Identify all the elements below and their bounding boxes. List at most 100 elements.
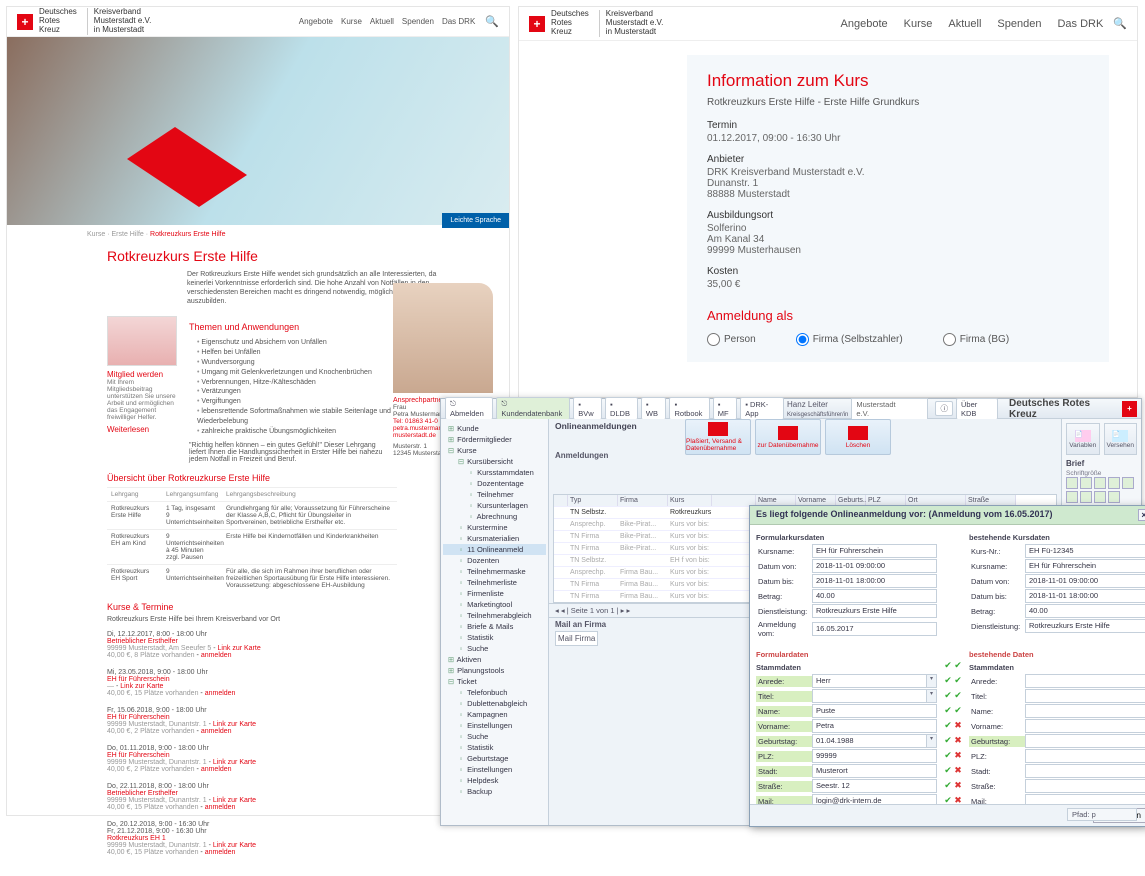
- about-kdb-button[interactable]: Über KDB: [956, 398, 998, 420]
- action-button[interactable]: zur Datenübernahme: [755, 419, 821, 455]
- kdb-application: ⎋ Abmelden⎋ Kundendatenbank▪ BVw▪ DLDB▪ …: [440, 398, 1142, 826]
- toolbar-button[interactable]: ▪ Rotbook: [669, 397, 709, 420]
- toolbar-button[interactable]: ▪ BVw: [573, 397, 602, 420]
- brand-sub-b: Kreisverband Musterstadt e.V. in Musters…: [599, 10, 664, 36]
- online-registration-dialog: Es liegt folgende Onlineanmeldung vor: (…: [749, 505, 1145, 827]
- toolbar-button[interactable]: ⎋ Abmelden: [445, 397, 493, 420]
- registration-option[interactable]: Person: [707, 333, 756, 346]
- main-panel: Onlineanmeldungen Plaßiert, Versand & Da…: [549, 419, 1061, 825]
- org-select[interactable]: Musterstadt e.V.: [851, 398, 928, 420]
- tree-node[interactable]: ▫ Dozententage: [443, 478, 546, 489]
- brief-heading: Brief: [1066, 459, 1137, 468]
- tree-node[interactable]: ⊟ Ticket: [443, 676, 546, 687]
- drk-logo-icon: +: [529, 16, 545, 32]
- tree-node[interactable]: ▫ Einstellungen: [443, 720, 546, 731]
- registration-heading: Anmeldung als: [707, 308, 1089, 323]
- nav-item[interactable]: Spenden: [997, 18, 1041, 30]
- nav-item[interactable]: Kurse: [904, 18, 933, 30]
- page-title: Rotkreuzkurs Erste Hilfe: [107, 248, 429, 264]
- course-info-page: + Deutsches Rotes Kreuz Kreisverband Mus…: [518, 6, 1138, 398]
- tree-node[interactable]: ▫ Kampagnen: [443, 709, 546, 720]
- tree-node[interactable]: ⊞ Kunde: [443, 423, 546, 434]
- tree-node[interactable]: ▫ Teilnehmerabgleich: [443, 610, 546, 621]
- registration-option[interactable]: Firma (BG): [943, 333, 1009, 346]
- tree-node[interactable]: ▫ Dozenten: [443, 555, 546, 566]
- toolbar-button[interactable]: ▪ MF: [713, 397, 737, 420]
- nav-item[interactable]: Angebote: [299, 17, 333, 26]
- toolbar-button[interactable]: ▪ DRK-App: [740, 397, 784, 420]
- tree-node[interactable]: ▫ Marketingtool: [443, 599, 546, 610]
- tree-node[interactable]: ⊟ Kurse: [443, 445, 546, 456]
- help-icon[interactable]: ⓘ: [935, 401, 953, 416]
- nav-item[interactable]: Aktuell: [948, 18, 981, 30]
- search-icon[interactable]: 🔍: [1113, 17, 1127, 30]
- existing-data-heading: bestehende Daten: [969, 650, 1145, 659]
- format-icons[interactable]: [1066, 477, 1137, 503]
- tree-node[interactable]: ▫ Teilnehmerliste: [443, 577, 546, 588]
- hero-image: [7, 37, 509, 225]
- read-more-link[interactable]: Weiterlesen: [107, 425, 177, 434]
- nav-item[interactable]: Das DRK: [1057, 18, 1103, 30]
- close-icon[interactable]: ×: [1138, 509, 1145, 521]
- path-field: Pfad: p: [1067, 808, 1137, 821]
- tree-node[interactable]: ▫ Abrechnung: [443, 511, 546, 522]
- tree-node[interactable]: ▫ Kurstermine: [443, 522, 546, 533]
- stammdaten-heading-r: Stammdaten: [969, 663, 1145, 672]
- nav-item[interactable]: Aktuell: [370, 17, 394, 26]
- current-user: Hanz LeiterKreisgeschäftsführer/in: [787, 400, 848, 418]
- website-course-page: + Deutsches Rotes Kreuz Kreisverband Mus…: [6, 6, 510, 816]
- form-course-heading: Formularkursdaten: [756, 533, 937, 542]
- tree-node[interactable]: ▫ Geburtstage: [443, 753, 546, 764]
- tree-node[interactable]: ▫ Statistik: [443, 632, 546, 643]
- tree-node[interactable]: ⊞ Planungstools: [443, 665, 546, 676]
- tree-node[interactable]: ▫ Suche: [443, 731, 546, 742]
- tree-node[interactable]: ▫ Kursmaterialien: [443, 533, 546, 544]
- tree-node[interactable]: ▫ Teilnehmer: [443, 489, 546, 500]
- tree-node[interactable]: ⊞ Aktiven: [443, 654, 546, 665]
- tree-node[interactable]: ▫ Briefe & Mails: [443, 621, 546, 632]
- form-data-heading: Formulardaten: [756, 650, 937, 659]
- contact-portrait: [393, 283, 493, 393]
- course-info-box: Information zum Kurs Rotkreuzkurs Erste …: [687, 55, 1109, 362]
- easy-language-badge[interactable]: Leichte Sprache: [442, 213, 509, 228]
- nav-item[interactable]: Angebote: [841, 18, 888, 30]
- tree-node[interactable]: ▫ Backup: [443, 786, 546, 797]
- tree-node[interactable]: ▫ Einstellungen: [443, 764, 546, 775]
- registration-option[interactable]: Firma (Selbstzahler): [796, 333, 903, 346]
- tree-node[interactable]: ⊞ Fördermitglieder: [443, 434, 546, 445]
- toolbar-button[interactable]: ▪ WB: [641, 397, 667, 420]
- tree-node[interactable]: ▫ Teilnehmermaske: [443, 566, 546, 577]
- tree-node[interactable]: ▫ Statistik: [443, 742, 546, 753]
- action-button[interactable]: Plaßiert, Versand & Datenübernahme: [685, 419, 751, 455]
- nav-item[interactable]: Kurse: [341, 17, 362, 26]
- brand-sub: Kreisverband Musterstadt e.V. in Musters…: [87, 8, 152, 34]
- versehen-button[interactable]: 📄Versehen: [1104, 423, 1138, 455]
- overview-table: LehrgangLehrgangsumfangLehrgangsbeschrei…: [107, 487, 429, 592]
- tree-node[interactable]: ▫ Firmenliste: [443, 588, 546, 599]
- search-icon[interactable]: 🔍: [485, 15, 499, 28]
- tree-node[interactable]: ⊟ Kursübersicht: [443, 456, 546, 467]
- toolbar-button[interactable]: ⎋ Kundendatenbank: [496, 397, 570, 420]
- quote-text: "Richtig helfen können – ein gutes Gefüh…: [189, 442, 389, 463]
- overview-heading: Übersicht über Rotkreuzkurse Erste Hilfe: [107, 473, 429, 483]
- action-button[interactable]: Löschen: [825, 419, 891, 455]
- nav-item[interactable]: Das DRK: [442, 17, 475, 26]
- member-link-heading: Mitglied werden: [107, 370, 177, 379]
- tree-node[interactable]: ▫ Kursstammdaten: [443, 467, 546, 478]
- tree-node[interactable]: ▫ Kursunterlagen: [443, 500, 546, 511]
- registration-radios: Person Firma (Selbstzahler) Firma (BG): [707, 333, 1089, 346]
- variables-button[interactable]: 📄Variablen: [1066, 423, 1100, 455]
- toolbar: ⎋ Abmelden⎋ Kundendatenbank▪ BVw▪ DLDB▪ …: [441, 399, 1141, 419]
- tree-node[interactable]: ▫ Suche: [443, 643, 546, 654]
- tree-node[interactable]: ▫ Telefonbuch: [443, 687, 546, 698]
- tree-node[interactable]: ▫ 11 Onlineanmeld: [443, 544, 546, 555]
- existing-course-heading: bestehende Kursdaten: [969, 533, 1145, 542]
- side-image: [107, 316, 177, 366]
- info-subtitle: Rotkreuzkurs Erste Hilfe - Erste Hilfe G…: [707, 97, 1089, 108]
- tree-node[interactable]: ▫ Dublettenabgleich: [443, 698, 546, 709]
- nav-item[interactable]: Spenden: [402, 17, 434, 26]
- toolbar-button[interactable]: ▪ DLDB: [605, 397, 638, 420]
- main-nav-b: Angebote Kurse Aktuell Spenden Das DRK: [841, 18, 1104, 30]
- tree-node[interactable]: ▫ Helpdesk: [443, 775, 546, 786]
- mail-firma-button[interactable]: Mail Firma: [555, 631, 598, 646]
